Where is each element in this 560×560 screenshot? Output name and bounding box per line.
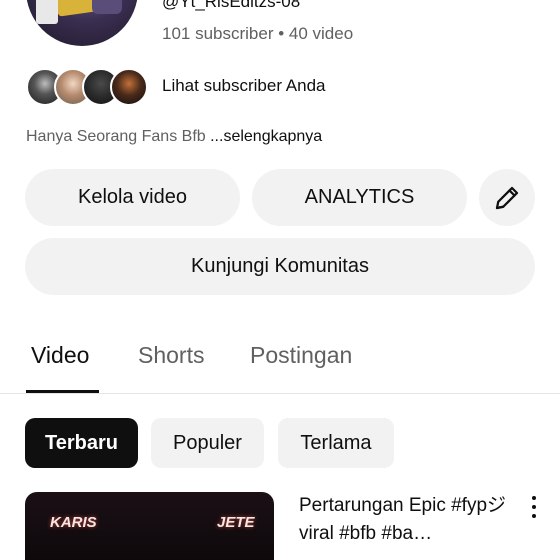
channel-description[interactable]: Hanya Seorang Fans Bfb ...selengkapnya	[26, 128, 322, 146]
tab-video[interactable]: Video	[31, 342, 89, 369]
manage-videos-button[interactable]: Kelola video	[25, 169, 240, 226]
analytics-button[interactable]: ANALYTICS	[252, 169, 467, 226]
pencil-icon	[495, 186, 519, 209]
channel-handle: @Yt_RisEditzs-08	[162, 0, 301, 11]
visit-community-button[interactable]: Kunjungi Komunitas	[25, 238, 535, 295]
tab-posts[interactable]: Postingan	[250, 342, 352, 369]
filter-chip-oldest[interactable]: Terlama	[278, 418, 394, 468]
video-thumbnail[interactable]: KARIS JETE	[25, 492, 274, 560]
tab-shorts[interactable]: Shorts	[138, 342, 204, 369]
thumbnail-text: JETE	[217, 514, 255, 531]
description-text: Hanya Seorang Fans Bfb	[26, 128, 211, 145]
channel-stats: 101 subscriber • 40 video	[162, 24, 354, 43]
channel-avatar[interactable]	[26, 0, 138, 46]
subscriber-avatars-row[interactable]	[26, 66, 152, 108]
more-options-icon[interactable]	[524, 494, 544, 520]
view-subscribers-link[interactable]: Lihat subscriber Anda	[162, 76, 326, 96]
active-tab-indicator	[26, 390, 99, 393]
channel-tabs: Video Shorts Postingan	[0, 330, 560, 394]
description-more-link[interactable]: ...selengkapnya	[210, 128, 322, 145]
filter-chip-latest[interactable]: Terbaru	[25, 418, 138, 468]
subscriber-avatar	[110, 68, 148, 106]
video-title[interactable]: Pertarungan Epic #fypジviral #bfb #ba…	[299, 492, 519, 548]
filter-chip-popular[interactable]: Populer	[151, 418, 264, 468]
thumbnail-text: KARIS	[50, 514, 97, 531]
subscriber-avatars	[26, 66, 152, 108]
edit-channel-button[interactable]	[479, 169, 535, 226]
